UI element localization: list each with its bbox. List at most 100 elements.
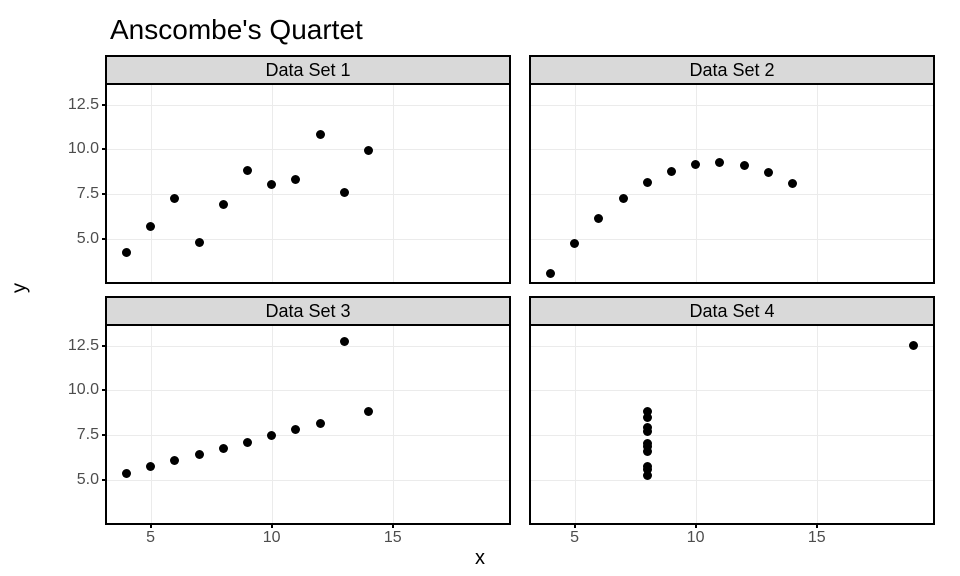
plot-panel xyxy=(529,85,935,284)
data-point xyxy=(619,194,628,203)
y-tick-label: 10.0 xyxy=(68,381,99,399)
facet-strip: Data Set 1 xyxy=(105,55,511,85)
y-tick-label: 5.0 xyxy=(77,230,99,248)
data-point xyxy=(316,130,325,139)
chart-page: Anscombe's Quartet y x Data Set 15.07.51… xyxy=(0,0,960,576)
gridline-v xyxy=(151,326,152,523)
data-point xyxy=(267,431,276,440)
y-tick-label: 5.0 xyxy=(77,471,99,489)
gridline-v xyxy=(575,85,576,282)
data-point xyxy=(764,168,773,177)
data-point xyxy=(364,407,373,416)
y-tick-label: 12.5 xyxy=(68,337,99,355)
y-axis-label: y xyxy=(9,283,32,293)
x-tick-mark xyxy=(695,523,697,528)
x-tick-mark xyxy=(150,523,152,528)
gridline-h xyxy=(107,346,509,347)
gridline-h xyxy=(107,480,509,481)
x-axis-label: x xyxy=(475,547,485,570)
gridline-h xyxy=(107,149,509,150)
data-point xyxy=(146,462,155,471)
gridline-h xyxy=(531,194,933,195)
x-tick-mark xyxy=(574,523,576,528)
chart-title: Anscombe's Quartet xyxy=(110,14,363,46)
panel-wrap: 51015 xyxy=(529,326,935,525)
gridline-v xyxy=(393,85,394,282)
data-point xyxy=(219,200,228,209)
data-point xyxy=(122,248,131,257)
data-point xyxy=(340,188,349,197)
plot-panel: 5.07.510.012.5 xyxy=(105,85,511,284)
panel-wrap xyxy=(529,85,935,284)
y-tick-mark xyxy=(102,238,107,240)
data-point xyxy=(146,222,155,231)
gridline-v xyxy=(393,326,394,523)
gridline-h xyxy=(107,390,509,391)
facet-strip: Data Set 2 xyxy=(529,55,935,85)
gridline-h xyxy=(107,194,509,195)
facet-2: Data Set 2 xyxy=(529,55,935,284)
gridline-h xyxy=(531,149,933,150)
y-tick-label: 7.5 xyxy=(77,426,99,444)
data-point xyxy=(643,178,652,187)
facet-1: Data Set 15.07.510.012.5 xyxy=(105,55,511,284)
facet-grid: Data Set 15.07.510.012.5 Data Set 2 Data S… xyxy=(105,55,935,525)
x-tick-mark xyxy=(816,523,818,528)
y-tick-mark xyxy=(102,345,107,347)
gridline-v xyxy=(817,85,818,282)
data-point xyxy=(195,238,204,247)
gridline-h xyxy=(531,346,933,347)
facet-strip: Data Set 3 xyxy=(105,296,511,326)
gridline-h xyxy=(107,105,509,106)
data-point xyxy=(219,444,228,453)
data-point xyxy=(594,214,603,223)
plot-panel: 5.07.510.012.551015 xyxy=(105,326,511,525)
data-point xyxy=(909,341,918,350)
data-point xyxy=(243,438,252,447)
y-tick-label: 7.5 xyxy=(77,185,99,203)
data-point xyxy=(546,269,555,278)
y-tick-mark xyxy=(102,148,107,150)
data-point xyxy=(291,175,300,184)
y-tick-label: 10.0 xyxy=(68,140,99,158)
facet-3: Data Set 35.07.510.012.551015 xyxy=(105,296,511,525)
gridline-h xyxy=(531,390,933,391)
data-point xyxy=(788,179,797,188)
y-tick-label: 12.5 xyxy=(68,96,99,114)
data-point xyxy=(195,450,204,459)
gridline-h xyxy=(531,480,933,481)
x-tick-mark xyxy=(271,523,273,528)
data-point xyxy=(170,456,179,465)
gridline-v xyxy=(151,85,152,282)
gridline-v xyxy=(272,326,273,523)
plot-panel: 51015 xyxy=(529,326,935,525)
data-point xyxy=(643,413,652,422)
data-point xyxy=(667,167,676,176)
y-tick-mark xyxy=(102,434,107,436)
x-tick-mark xyxy=(392,523,394,528)
data-point xyxy=(643,442,652,451)
gridline-v xyxy=(575,326,576,523)
data-point xyxy=(291,425,300,434)
data-point xyxy=(122,469,131,478)
data-point xyxy=(243,166,252,175)
x-tick-label: 15 xyxy=(808,529,826,547)
gridline-v xyxy=(817,326,818,523)
data-point xyxy=(570,239,579,248)
panel-wrap: 5.07.510.012.551015 xyxy=(105,326,511,525)
gridline-v xyxy=(696,326,697,523)
panel-wrap: 5.07.510.012.5 xyxy=(105,85,511,284)
x-tick-label: 10 xyxy=(263,529,281,547)
gridline-h xyxy=(107,239,509,240)
data-point xyxy=(364,146,373,155)
data-point xyxy=(316,419,325,428)
facet-4: Data Set 451015 xyxy=(529,296,935,525)
gridline-h xyxy=(107,435,509,436)
data-point xyxy=(267,180,276,189)
y-tick-mark xyxy=(102,389,107,391)
data-point xyxy=(691,160,700,169)
x-tick-label: 10 xyxy=(687,529,705,547)
y-tick-mark xyxy=(102,104,107,106)
data-point xyxy=(715,158,724,167)
gridline-h xyxy=(531,435,933,436)
